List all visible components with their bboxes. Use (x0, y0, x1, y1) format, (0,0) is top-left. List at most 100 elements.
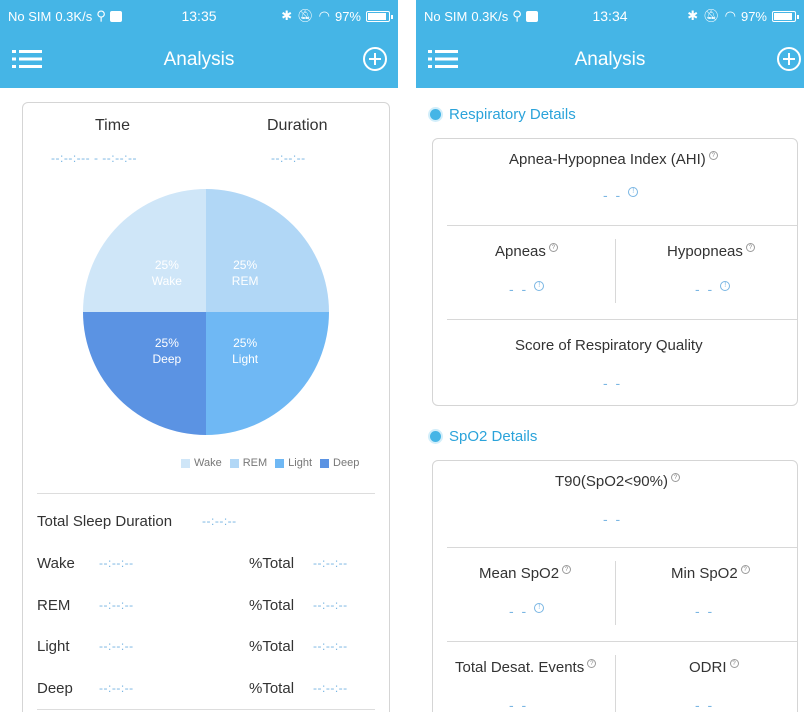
legend-swatch (181, 458, 190, 468)
divider (447, 225, 797, 226)
pie-slice-light (206, 312, 329, 435)
legend-label: Light (288, 457, 313, 469)
divider (447, 641, 797, 642)
percent-total-value: --:--:-- (313, 639, 348, 653)
usb-icon: ⚲ (96, 8, 106, 23)
stage-label: Light (37, 637, 70, 655)
stage-value: --:--:-- (99, 556, 134, 570)
pie-slice-deep (83, 312, 206, 435)
duration-value: --:--:-- (271, 151, 306, 165)
t90-label-text: T90(SpO2<90%) (555, 473, 668, 490)
apneas-value: - -! (509, 281, 545, 297)
info-icon[interactable]: ! (720, 281, 731, 291)
odri-value: - - (695, 697, 715, 712)
info-icon[interactable]: ! (534, 603, 545, 613)
help-icon[interactable]: ? (548, 243, 558, 252)
pie-percent-label: 25% (155, 258, 179, 272)
menu-icon[interactable] (12, 46, 42, 72)
pie-stage-label: Light (232, 352, 259, 366)
spo2-card: T90(SpO2<90%)? - - Mean SpO2? - -! Min S… (432, 460, 798, 712)
divider (615, 655, 616, 712)
spo2-section-title: SpO2 Details (430, 428, 537, 445)
info-icon[interactable]: ! (534, 281, 545, 291)
mute-icon: 🔕︎ (297, 8, 314, 23)
pie-stage-label: Deep (153, 352, 182, 366)
stage-label: Wake (37, 554, 75, 572)
help-icon[interactable]: ? (729, 659, 739, 668)
legend-label: Deep (333, 457, 360, 469)
help-icon[interactable]: ? (740, 565, 750, 574)
pie-percent-label: 25% (233, 258, 257, 272)
respiratory-analysis-screen: No SIM 0.3K/s ⚲ 13:34 ✱ 🔕︎ ◠ 97% Analysi… (416, 0, 804, 712)
hypopneas-label: Hypopneas? (667, 243, 755, 260)
notification-icon (109, 10, 122, 22)
stage-value: --:--:-- (99, 681, 134, 695)
apneas-label-text: Apneas (495, 243, 546, 260)
status-bar: No SIM 0.3K/s ⚲ 13:35 ✱ 🔕︎ ◠ 97% (0, 0, 398, 32)
legend-item-light: Light (275, 457, 312, 469)
battery-percent: 97% (334, 8, 361, 24)
desat-events-value: - - (509, 697, 529, 712)
help-icon[interactable]: ? (587, 659, 597, 668)
bluetooth-icon: ✱ (687, 8, 699, 23)
stage-value: --:--:-- (99, 598, 134, 612)
divider (615, 239, 616, 303)
sleep-analysis-screen: No SIM 0.3K/s ⚲ 13:35 ✱ 🔕︎ ◠ 97% Analysi… (0, 0, 398, 712)
stage-row-light: Light --:--:-- %Total --:--:-- (37, 634, 381, 658)
min-spo2-value: - - (695, 603, 715, 619)
mean-spo2-value: - -! (509, 603, 545, 619)
carrier-text: No SIM (424, 8, 468, 24)
nav-bar: Analysis (416, 32, 804, 88)
add-icon[interactable] (776, 46, 802, 72)
total-sleep-value: --:--:-- (202, 514, 237, 528)
desat-events-label-text: Total Desat. Events (455, 659, 585, 676)
ahi-label: Apnea-Hypopnea Index (AHI)? (509, 151, 718, 168)
time-header: Time (95, 117, 130, 134)
ahi-label-text: Apnea-Hypopnea Index (AHI) (509, 151, 706, 168)
score-label: Score of Respiratory Quality (515, 337, 703, 354)
notification-icon (525, 10, 538, 22)
hypopneas-value-text: - - (695, 281, 715, 297)
ahi-value: - -! (603, 187, 639, 203)
percent-total-label: %Total (249, 637, 295, 655)
stage-row-wake: Wake --:--:-- %Total --:--:-- (37, 551, 381, 575)
wifi-icon: ◠ (318, 8, 330, 23)
battery-icon (366, 10, 393, 22)
carrier-text: No SIM (8, 8, 52, 24)
odri-label-text: ODRI (689, 659, 727, 676)
help-icon[interactable]: ? (562, 565, 572, 574)
pie-slice-wake (83, 189, 206, 312)
pie-percent-label: 25% (233, 336, 257, 350)
t90-value: - - (603, 511, 623, 527)
legend-swatch (229, 458, 239, 468)
section-dot-icon (430, 109, 441, 120)
respiratory-section-title: Respiratory Details (430, 106, 576, 123)
add-icon[interactable] (362, 46, 388, 72)
duration-header: Duration (267, 117, 328, 134)
battery-icon (772, 10, 799, 22)
legend-label: Wake (194, 457, 222, 469)
respiratory-card: Apnea-Hypopnea Index (AHI)? - -! Apneas?… (432, 138, 798, 406)
help-icon[interactable]: ? (708, 151, 718, 160)
percent-total-label: %Total (249, 596, 295, 614)
hypopneas-label-text: Hypopneas (667, 243, 743, 260)
menu-icon[interactable] (428, 46, 458, 72)
section-title-text: Respiratory Details (449, 106, 576, 123)
apneas-value-text: - - (509, 281, 529, 297)
percent-total-label: %Total (249, 679, 295, 697)
wifi-icon: ◠ (724, 8, 736, 23)
chart-legend: Wake REM Light Deep (181, 457, 359, 469)
info-icon[interactable]: ! (628, 187, 639, 197)
pie-stage-label: Wake (152, 274, 183, 288)
nav-bar: Analysis (0, 32, 398, 88)
help-icon[interactable]: ? (670, 473, 680, 482)
legend-item-rem: REM (229, 457, 267, 469)
legend-item-deep: Deep (320, 457, 359, 469)
section-dot-icon (430, 431, 441, 442)
usb-icon: ⚲ (512, 8, 522, 23)
desat-events-label: Total Desat. Events? (455, 659, 597, 676)
help-icon[interactable]: ? (745, 243, 755, 252)
ahi-value-text: - - (603, 187, 623, 203)
divider (37, 709, 375, 710)
legend-item-wake: Wake (181, 457, 222, 469)
